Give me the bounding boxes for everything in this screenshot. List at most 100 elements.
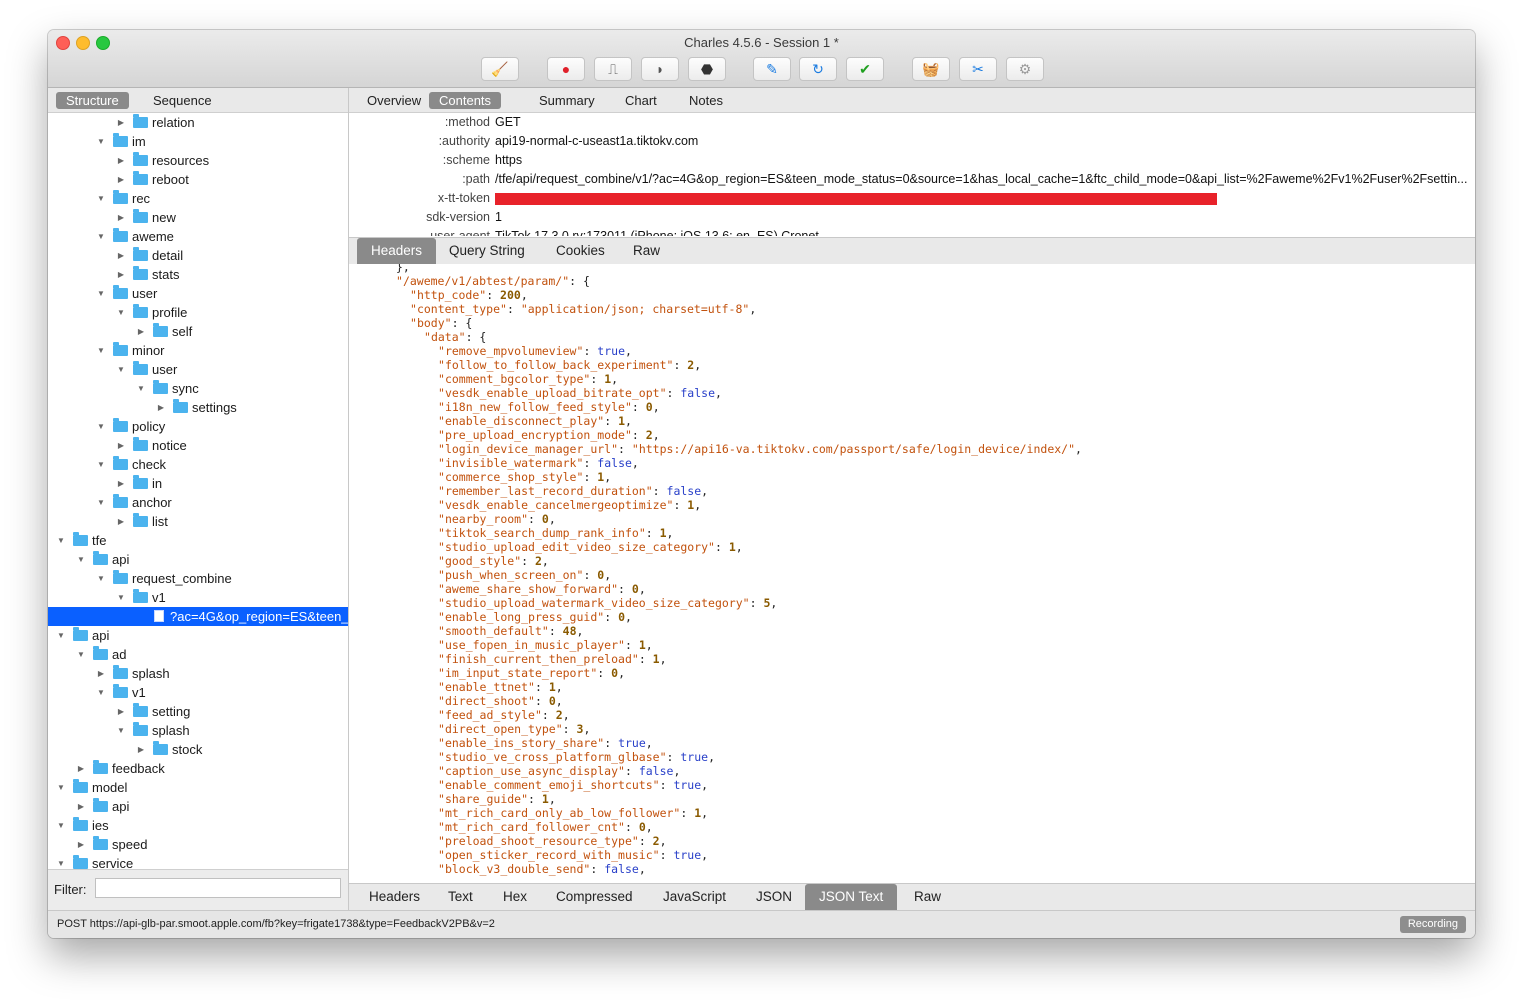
collapsed-arrow-icon[interactable]: ▶ (136, 322, 146, 341)
response-tab-compressed[interactable]: Compressed (542, 888, 647, 908)
pen-button[interactable]: ✎ (753, 57, 791, 81)
stop-button[interactable]: ⬣ (688, 57, 726, 81)
expanded-arrow-icon[interactable]: ▼ (116, 360, 126, 379)
recording-badge[interactable]: Recording (1399, 916, 1466, 933)
expanded-arrow-icon[interactable]: ▼ (56, 626, 66, 645)
collapsed-arrow-icon[interactable]: ▶ (116, 265, 126, 284)
subtab-raw[interactable]: Raw (619, 242, 674, 262)
expanded-arrow-icon[interactable]: ▼ (56, 531, 66, 550)
expanded-arrow-icon[interactable]: ▼ (96, 683, 106, 702)
tree-node[interactable]: ▼ ad (48, 645, 348, 664)
collapsed-arrow-icon[interactable]: ▶ (116, 113, 126, 132)
collapsed-arrow-icon[interactable]: ▶ (116, 474, 126, 493)
expanded-arrow-icon[interactable]: ▼ (116, 721, 126, 740)
expanded-arrow-icon[interactable]: ▼ (116, 303, 126, 322)
tree-node[interactable]: ▼ ies (48, 816, 348, 835)
header-row[interactable]: :scheme https (349, 151, 1475, 170)
collapsed-arrow-icon[interactable]: ▶ (116, 208, 126, 227)
collapsed-arrow-icon[interactable]: ▶ (116, 246, 126, 265)
response-tab-hex[interactable]: Hex (489, 888, 541, 908)
subtab-headers[interactable]: Headers (357, 238, 437, 264)
header-row[interactable]: :authority api19-normal-c-useast1a.tiktok… (349, 132, 1475, 151)
expanded-arrow-icon[interactable]: ▼ (96, 455, 106, 474)
collapsed-arrow-icon[interactable]: ▶ (116, 170, 126, 189)
tree-node[interactable]: ▼ check (48, 455, 348, 474)
tree-node[interactable]: ▶ api (48, 797, 348, 816)
tree-node[interactable]: ▼ sync (48, 379, 348, 398)
expanded-arrow-icon[interactable]: ▼ (56, 854, 66, 870)
response-tab-headers[interactable]: Headers (355, 888, 434, 908)
tab-notes[interactable]: Notes (679, 92, 733, 109)
tree-node[interactable]: ▶ speed (48, 835, 348, 854)
tree-node[interactable]: ▶ splash (48, 664, 348, 683)
tree-node[interactable]: ▼ splash (48, 721, 348, 740)
collapsed-arrow-icon[interactable]: ▶ (116, 512, 126, 531)
expanded-arrow-icon[interactable]: ▼ (96, 569, 106, 588)
expanded-arrow-icon[interactable]: ▼ (96, 284, 106, 303)
expanded-arrow-icon[interactable]: ▼ (76, 550, 86, 569)
tree-node[interactable]: ▶ stock (48, 740, 348, 759)
tree-node[interactable]: ▶ setting (48, 702, 348, 721)
tree-node[interactable]: ▼ user (48, 284, 348, 303)
tree-node[interactable]: ▼ minor (48, 341, 348, 360)
header-row[interactable]: :path/tfe/api/request_combine/v1/?ac=4G&… (349, 170, 1475, 189)
tree-node[interactable]: ▼ request_combine (48, 569, 348, 588)
gear-button[interactable]: ⚙ (1006, 57, 1044, 81)
collapsed-arrow-icon[interactable]: ▶ (116, 702, 126, 721)
tree-node[interactable]: ▶ in (48, 474, 348, 493)
tree-node[interactable]: ▶ settings (48, 398, 348, 417)
tree-node[interactable]: ▼ model (48, 778, 348, 797)
basket-button[interactable]: 🧺 (912, 57, 950, 81)
tree-node[interactable]: ▶ self (48, 322, 348, 341)
expanded-arrow-icon[interactable]: ▼ (56, 778, 66, 797)
expanded-arrow-icon[interactable]: ▼ (76, 645, 86, 664)
json-text-view[interactable]: }, "/aweme/v1/abtest/param/": {"http_code… (349, 264, 1475, 882)
header-row[interactable]: user-agent TikTok 17.3.0 rv:173011 (iPhon… (349, 227, 1475, 236)
tree-node[interactable]: ▼ api (48, 626, 348, 645)
tree-node[interactable]: ▶ resources (48, 151, 348, 170)
tree-node[interactable]: ▶ relation (48, 113, 348, 132)
tab-sequence[interactable]: Sequence (143, 92, 222, 109)
response-tab-javascript[interactable]: JavaScript (649, 888, 740, 908)
response-tab-text[interactable]: Text (434, 888, 487, 908)
request-node[interactable]: ?ac=4G&op_region=ES&teen_m (48, 607, 348, 626)
broom-button[interactable]: 🧹 (481, 57, 519, 81)
expanded-arrow-icon[interactable]: ▼ (136, 379, 146, 398)
collapsed-arrow-icon[interactable]: ▶ (156, 398, 166, 417)
tree-node[interactable]: ▶ reboot (48, 170, 348, 189)
subtab-cookies[interactable]: Cookies (542, 242, 619, 262)
throttle-button[interactable]: ⎍ (594, 57, 632, 81)
refresh-button[interactable]: ↻ (799, 57, 837, 81)
check-button[interactable]: ✔ (846, 57, 884, 81)
collapsed-arrow-icon[interactable]: ▶ (76, 835, 86, 854)
tools-button[interactable]: ✂ (959, 57, 997, 81)
tree-node[interactable]: ▼ aweme (48, 227, 348, 246)
expanded-arrow-icon[interactable]: ▼ (96, 189, 106, 208)
collapsed-arrow-icon[interactable]: ▶ (116, 436, 126, 455)
tab-summary[interactable]: Summary (529, 92, 605, 109)
expanded-arrow-icon[interactable]: ▼ (96, 227, 106, 246)
header-row[interactable]: :method GET (349, 113, 1475, 132)
collapsed-arrow-icon[interactable]: ▶ (96, 664, 106, 683)
response-tab-json[interactable]: JSON (742, 888, 806, 908)
tree-node[interactable]: ▶ new (48, 208, 348, 227)
tree-node[interactable]: ▼ profile (48, 303, 348, 322)
header-row[interactable]: sdk-version 1 (349, 208, 1475, 227)
tree-node[interactable]: ▼ tfe (48, 531, 348, 550)
header-row[interactable]: x-tt-token (349, 189, 1475, 208)
tree-node[interactable]: ▶ feedback (48, 759, 348, 778)
tab-structure[interactable]: Structure (56, 92, 129, 109)
tree-node[interactable]: ▶ detail (48, 246, 348, 265)
expanded-arrow-icon[interactable]: ▼ (96, 341, 106, 360)
expanded-arrow-icon[interactable]: ▼ (56, 816, 66, 835)
tree-node[interactable]: ▼ im (48, 132, 348, 151)
tab-overview[interactable]: Overview (357, 92, 431, 109)
tree-node[interactable]: ▼ anchor (48, 493, 348, 512)
response-tab-json-text[interactable]: JSON Text (805, 884, 898, 910)
response-tab-raw[interactable]: Raw (900, 888, 955, 908)
tree-node[interactable]: ▼ v1 (48, 588, 348, 607)
expanded-arrow-icon[interactable]: ▼ (96, 417, 106, 436)
tab-chart[interactable]: Chart (615, 92, 667, 109)
tree-node[interactable]: ▶ stats (48, 265, 348, 284)
tree-node[interactable]: ▶ notice (48, 436, 348, 455)
